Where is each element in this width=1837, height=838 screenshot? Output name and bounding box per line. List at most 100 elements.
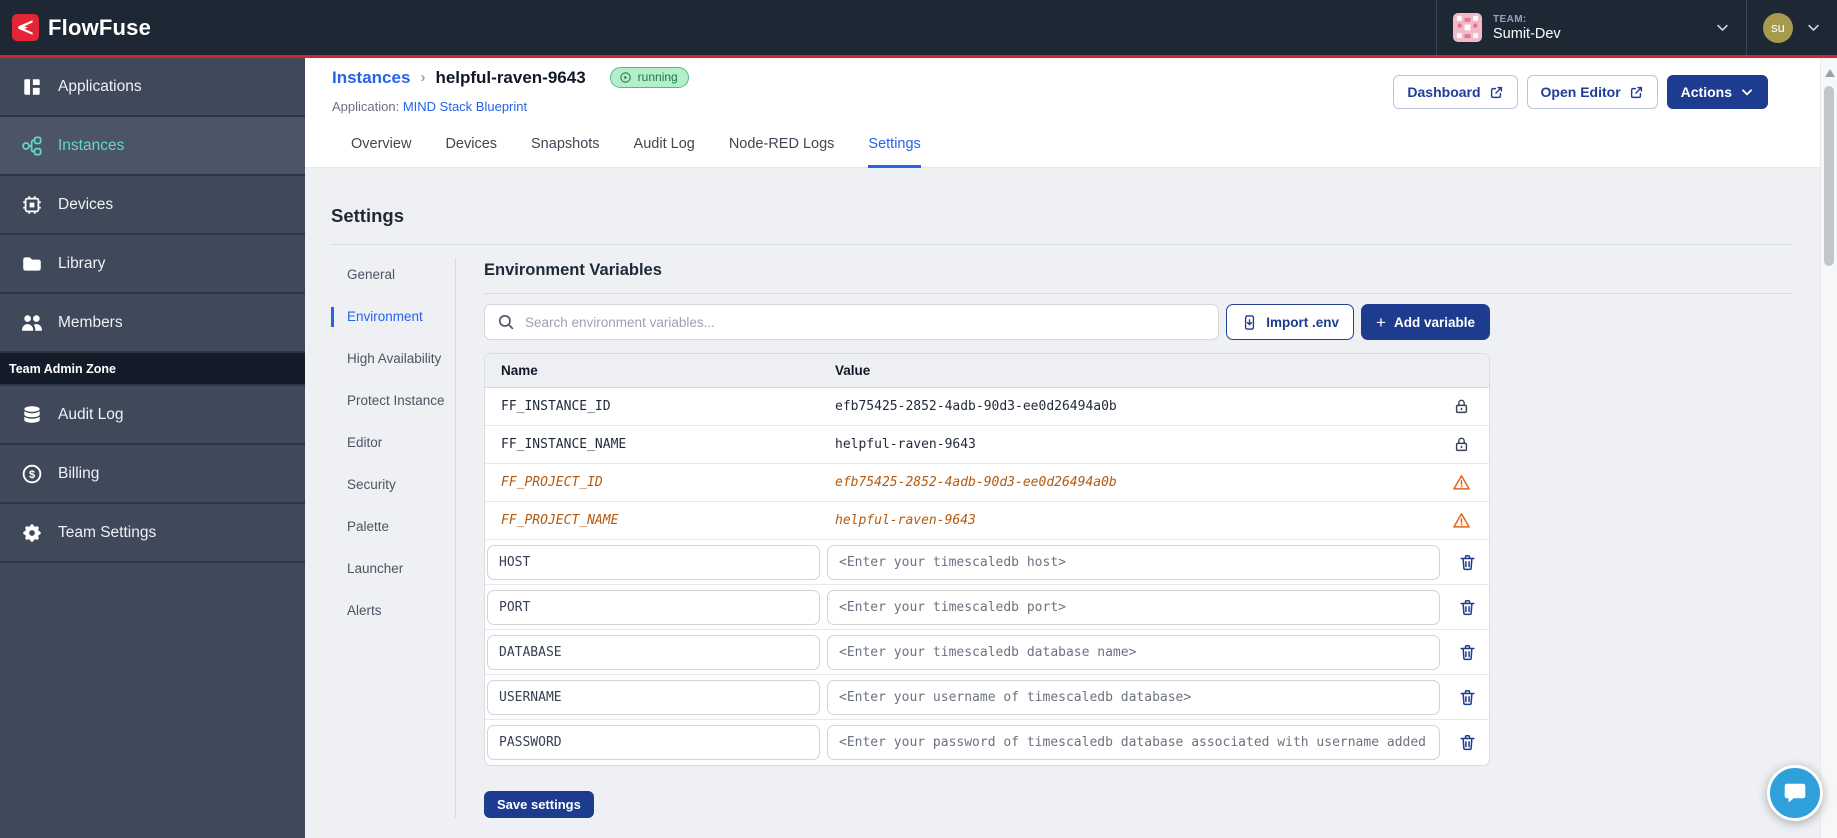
top-bar: FlowFuse TEAM: Sumit-Dev su: [0, 0, 1837, 58]
open-editor-button[interactable]: Open Editor: [1526, 75, 1658, 109]
instances-icon: [21, 135, 43, 157]
tab-overview[interactable]: Overview: [351, 136, 411, 168]
column-header-name: Name: [501, 363, 538, 378]
team-labels: TEAM: Sumit-Dev: [1493, 14, 1561, 42]
tab-devices[interactable]: Devices: [445, 136, 497, 168]
env-editable-row-password: [485, 720, 1489, 765]
env-editable-row-host: [485, 540, 1489, 585]
settings-divider: [331, 244, 1793, 245]
brand-name: FlowFuse: [48, 14, 152, 40]
actions-button[interactable]: Actions: [1666, 75, 1768, 109]
sidebar-item-library[interactable]: Library: [0, 235, 305, 294]
env-name-input-database[interactable]: [487, 634, 820, 670]
brand-logo[interactable]: FlowFuse: [0, 14, 151, 41]
dashboard-button[interactable]: Dashboard: [1393, 75, 1518, 109]
settings-nav-environment[interactable]: Environment: [331, 307, 455, 327]
add-variable-button[interactable]: + Add variable: [1361, 304, 1490, 340]
settings-nav-editor[interactable]: Editor: [331, 433, 455, 453]
page-scrollbar[interactable]: [1820, 58, 1837, 838]
env-editable-row-database: [485, 630, 1489, 675]
panel-divider-line: [484, 293, 1793, 294]
team-avatar: [1453, 13, 1482, 42]
settings-nav-palette[interactable]: Palette: [331, 517, 455, 537]
external-link-icon: [1630, 86, 1642, 98]
env-value: efb75425-2852-4adb-90d3-ee0d26494a0b: [835, 399, 1117, 414]
sidebar-item-label: Instances: [58, 136, 125, 154]
delete-variable-button[interactable]: [1447, 643, 1487, 662]
application-label: Application:: [332, 99, 400, 114]
env-value: helpful-raven-9643: [835, 513, 976, 528]
sidebar-item-members[interactable]: Members: [0, 294, 305, 353]
sidebar-item-devices[interactable]: Devices: [0, 176, 305, 235]
flowfuse-app: FlowFuse TEAM: Sumit-Dev su Applications…: [0, 0, 1837, 838]
env-value-input-port[interactable]: [827, 589, 1440, 625]
env-name-input-host[interactable]: [487, 544, 820, 580]
trash-icon: [1458, 553, 1477, 572]
breadcrumb-instances-link[interactable]: Instances: [332, 68, 410, 88]
scrollbar-up-arrow[interactable]: [1824, 69, 1835, 77]
header-actions: Dashboard Open Editor Actions: [1393, 75, 1768, 109]
env-name-input-username[interactable]: [487, 679, 820, 715]
sidebar-item-audit-log[interactable]: Audit Log: [0, 386, 305, 445]
audit-log-icon: [21, 404, 43, 426]
tab-node-red-logs[interactable]: Node-RED Logs: [729, 136, 835, 168]
delete-variable-button[interactable]: [1447, 598, 1487, 617]
settings-nav-security[interactable]: Security: [331, 475, 455, 495]
chevron-down-icon: [1715, 20, 1730, 35]
settings-nav-launcher[interactable]: Launcher: [331, 559, 455, 579]
sidebar-item-label: Billing: [58, 464, 100, 482]
save-settings-button[interactable]: Save settings: [484, 791, 594, 818]
chevron-down-icon: [1806, 20, 1821, 35]
tab-snapshots[interactable]: Snapshots: [531, 136, 600, 168]
team-selector[interactable]: TEAM: Sumit-Dev: [1436, 0, 1747, 55]
env-name: FF_PROJECT_ID: [501, 475, 603, 490]
settings-nav-alerts[interactable]: Alerts: [331, 601, 455, 621]
main-content: Instances › helpful-raven-9643 running A…: [305, 58, 1820, 838]
delete-variable-button[interactable]: [1447, 553, 1487, 572]
env-value-input-password[interactable]: [827, 725, 1440, 760]
sidebar-item-instances[interactable]: Instances: [0, 117, 305, 176]
env-editable-row-port: [485, 585, 1489, 630]
trash-icon: [1458, 598, 1477, 617]
sidebar-item-team-settings[interactable]: Team Settings: [0, 504, 305, 563]
search-icon: [498, 314, 514, 330]
team-label: TEAM:: [1493, 13, 1527, 25]
flowfuse-logo-icon: [12, 14, 39, 41]
team-name: Sumit-Dev: [1493, 25, 1561, 42]
tab-settings[interactable]: Settings: [868, 136, 921, 168]
import-file-icon: [1245, 314, 1255, 330]
sidebar-item-applications[interactable]: Applications: [0, 58, 305, 117]
env-name-input-password[interactable]: [487, 725, 820, 760]
env-value-input-host[interactable]: [827, 544, 1440, 580]
search-input[interactable]: [525, 314, 1207, 330]
trash-icon: [1458, 733, 1477, 752]
import-env-button[interactable]: Import .env: [1226, 304, 1355, 340]
column-header-value: Value: [835, 363, 871, 378]
settings-nav-high-availability[interactable]: High Availability: [331, 349, 455, 369]
env-variables-table: Name Value FF_INSTANCE_ID efb75425-2852-4ad…: [484, 353, 1490, 766]
status-badge: running: [609, 67, 689, 88]
sidebar-item-label: Library: [58, 254, 106, 272]
warning-icon: [1433, 473, 1489, 492]
env-editable-row-username: [485, 675, 1489, 720]
delete-variable-button[interactable]: [1447, 688, 1487, 707]
env-value-input-username[interactable]: [827, 679, 1440, 715]
sidebar-item-label: Team Settings: [58, 523, 157, 541]
settings-nav-protect-instance[interactable]: Protect Instance: [331, 391, 455, 411]
tab-audit-log[interactable]: Audit Log: [634, 136, 695, 168]
scrollbar-thumb[interactable]: [1824, 86, 1834, 266]
delete-variable-button[interactable]: [1447, 733, 1487, 752]
chat-widget-button[interactable]: [1767, 765, 1823, 821]
env-name-input-port[interactable]: [487, 589, 820, 625]
env-value-input-database[interactable]: [827, 634, 1440, 670]
settings-subnav: General Environment High Availability Prote…: [331, 258, 455, 818]
chevron-down-icon: [1740, 85, 1754, 99]
user-menu[interactable]: su: [1747, 0, 1837, 55]
sidebar-item-billing[interactable]: $ Billing: [0, 445, 305, 504]
external-link-icon: [1490, 86, 1502, 98]
team-settings-icon: [21, 522, 43, 544]
settings-nav-general[interactable]: General: [331, 265, 455, 285]
application-link[interactable]: MIND Stack Blueprint: [403, 99, 527, 114]
page-header: Instances › helpful-raven-9643 running A…: [305, 58, 1820, 168]
env-row-ff-instance-id: FF_INSTANCE_ID efb75425-2852-4adb-90d3-ee…: [485, 388, 1489, 426]
